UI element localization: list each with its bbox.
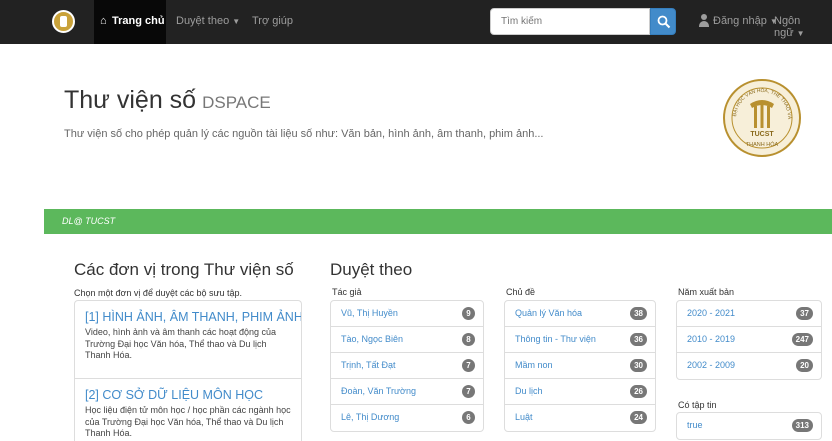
page-title: Thư viện số DSPACE — [64, 86, 271, 115]
years-list: 2020 - 2021 37 2010 - 2019 247 2002 - 2009… — [676, 300, 822, 380]
authors-list: Vũ, Thị Huyền 9 Tào, Ngọc Biên 8 Trịnh, Tấ… — [330, 300, 484, 432]
count-badge: 30 — [630, 359, 647, 372]
nav-browse-label: Duyệt theo — [176, 15, 230, 27]
communities-list: [1] HÌNH ẢNH, ÂM THANH, PHIM ẢNH Video, … — [74, 300, 302, 441]
list-item[interactable]: Vũ, Thị Huyền 9 — [331, 301, 483, 327]
count-badge: 6 — [462, 411, 475, 424]
caret-down-icon: ▼ — [232, 17, 241, 26]
author-link[interactable]: Lê, Thị Dương — [341, 412, 399, 422]
list-item[interactable]: 2020 - 2021 37 — [677, 301, 821, 327]
list-item[interactable]: Mầm non 30 — [505, 353, 655, 379]
subject-link[interactable]: Luật — [515, 412, 533, 422]
nav-help-label: Trợ giúp — [252, 15, 294, 27]
year-link[interactable]: 2010 - 2019 — [687, 334, 735, 344]
breadcrumb: DL@ TUCST — [44, 209, 832, 234]
communities-title: Các đơn vị trong Thư viện số — [74, 260, 294, 279]
nav-login-dropdown[interactable]: Đăng nhập ▼ — [713, 15, 778, 27]
community-item: [2] CƠ SỞ DỮ LIỆU MÔN HỌC Học liệu điện … — [75, 379, 301, 441]
page-title-small: DSPACE — [202, 93, 271, 112]
author-link[interactable]: Trịnh, Tất Đạt — [341, 360, 396, 370]
community-description: Video, hình ảnh và âm thanh các hoạt độn… — [85, 327, 276, 360]
search-input[interactable] — [490, 8, 650, 35]
subject-link[interactable]: Thông tin - Thư viện — [515, 334, 596, 344]
has-file-label: Có tập tin — [678, 400, 717, 410]
list-item[interactable]: true 313 — [677, 413, 821, 439]
count-badge: 313 — [791, 419, 813, 432]
list-item[interactable]: Đoàn, Văn Trường 7 — [331, 379, 483, 405]
count-badge: 7 — [462, 385, 475, 398]
navbar: ⌂ Trang chủ Duyệt theo▼ Trợ giúp Đăng nh… — [0, 0, 832, 44]
list-item[interactable]: Lê, Thị Dương 6 — [331, 405, 483, 431]
nav-home-label: Trang chủ — [112, 15, 165, 27]
nav-login-label: Đăng nhập — [713, 15, 767, 27]
communities-subtitle: Chọn một đơn vị để duyệt các bộ sưu tập. — [74, 288, 243, 298]
author-link[interactable]: Đoàn, Văn Trường — [341, 386, 416, 396]
home-icon: ⌂ — [100, 15, 107, 27]
years-label: Năm xuất bản — [678, 287, 735, 297]
community-description: Học liệu điện tử môn học / học phần các … — [85, 405, 291, 438]
page-title-main: Thư viện số — [64, 86, 197, 114]
count-badge: 9 — [462, 307, 475, 320]
subjects-label: Chủ đề — [506, 287, 536, 297]
university-seal-logo: TRƯỜNG ĐẠI HỌC VĂN HÓA, THỂ THAO VÀ DU L… — [722, 78, 801, 157]
nav-browse-dropdown[interactable]: Duyệt theo ▼ — [176, 15, 240, 27]
seal-text-bottom: THANH HÓA — [746, 141, 779, 148]
community-link[interactable]: [2] CƠ SỞ DỮ LIỆU MÔN HỌC — [85, 388, 291, 402]
year-link[interactable]: 2002 - 2009 — [687, 360, 735, 370]
count-badge: 20 — [796, 359, 813, 372]
caret-down-icon: ▼ — [796, 29, 805, 38]
list-item[interactable]: Trịnh, Tất Đạt 7 — [331, 353, 483, 379]
subject-link[interactable]: Mầm non — [515, 360, 553, 370]
count-badge: 37 — [796, 307, 813, 320]
list-item[interactable]: 2010 - 2019 247 — [677, 327, 821, 353]
count-badge: 7 — [462, 359, 475, 372]
nav-home[interactable]: ⌂ Trang chủ — [94, 0, 166, 44]
subject-link[interactable]: Du lịch — [515, 386, 543, 396]
search-icon — [657, 15, 671, 29]
author-link[interactable]: Vũ, Thị Huyền — [341, 308, 398, 318]
has-file-link[interactable]: true — [687, 420, 703, 430]
list-item[interactable]: Luật 24 — [505, 405, 655, 431]
list-item[interactable]: Quản lý Văn hóa 38 — [505, 301, 655, 327]
subjects-list: Quản lý Văn hóa 38 Thông tin - Thư viện 36… — [504, 300, 656, 432]
community-link[interactable]: [1] HÌNH ẢNH, ÂM THANH, PHIM ẢNH — [85, 310, 301, 324]
year-link[interactable]: 2020 - 2021 — [687, 308, 735, 318]
count-badge: 8 — [462, 333, 475, 346]
page-description: Thư viện số cho phép quản lý các nguồn t… — [64, 128, 544, 140]
user-icon — [699, 14, 709, 27]
has-file-list: true 313 — [676, 412, 822, 440]
community-item: [1] HÌNH ẢNH, ÂM THANH, PHIM ẢNH Video, … — [75, 301, 301, 379]
subject-link[interactable]: Quản lý Văn hóa — [515, 308, 582, 318]
browse-title: Duyệt theo — [330, 260, 413, 279]
seal-text-mid: TUCST — [750, 131, 774, 138]
list-item[interactable]: Thông tin - Thư viện 36 — [505, 327, 655, 353]
list-item[interactable]: Tào, Ngọc Biên 8 — [331, 327, 483, 353]
count-badge: 36 — [630, 333, 647, 346]
count-badge: 247 — [791, 333, 813, 346]
site-logo[interactable] — [52, 10, 75, 33]
author-link[interactable]: Tào, Ngọc Biên — [341, 334, 403, 344]
breadcrumb-label[interactable]: DL@ TUCST — [62, 216, 115, 226]
count-badge: 26 — [630, 385, 647, 398]
list-item[interactable]: 2002 - 2009 20 — [677, 353, 821, 379]
count-badge: 24 — [630, 411, 647, 424]
nav-help[interactable]: Trợ giúp — [252, 15, 293, 27]
search-button[interactable] — [650, 8, 676, 35]
authors-label: Tác giả — [332, 287, 362, 297]
nav-language-dropdown[interactable]: Ngôn ngữ ▼ — [774, 15, 832, 39]
count-badge: 38 — [630, 307, 647, 320]
list-item[interactable]: Du lịch 26 — [505, 379, 655, 405]
